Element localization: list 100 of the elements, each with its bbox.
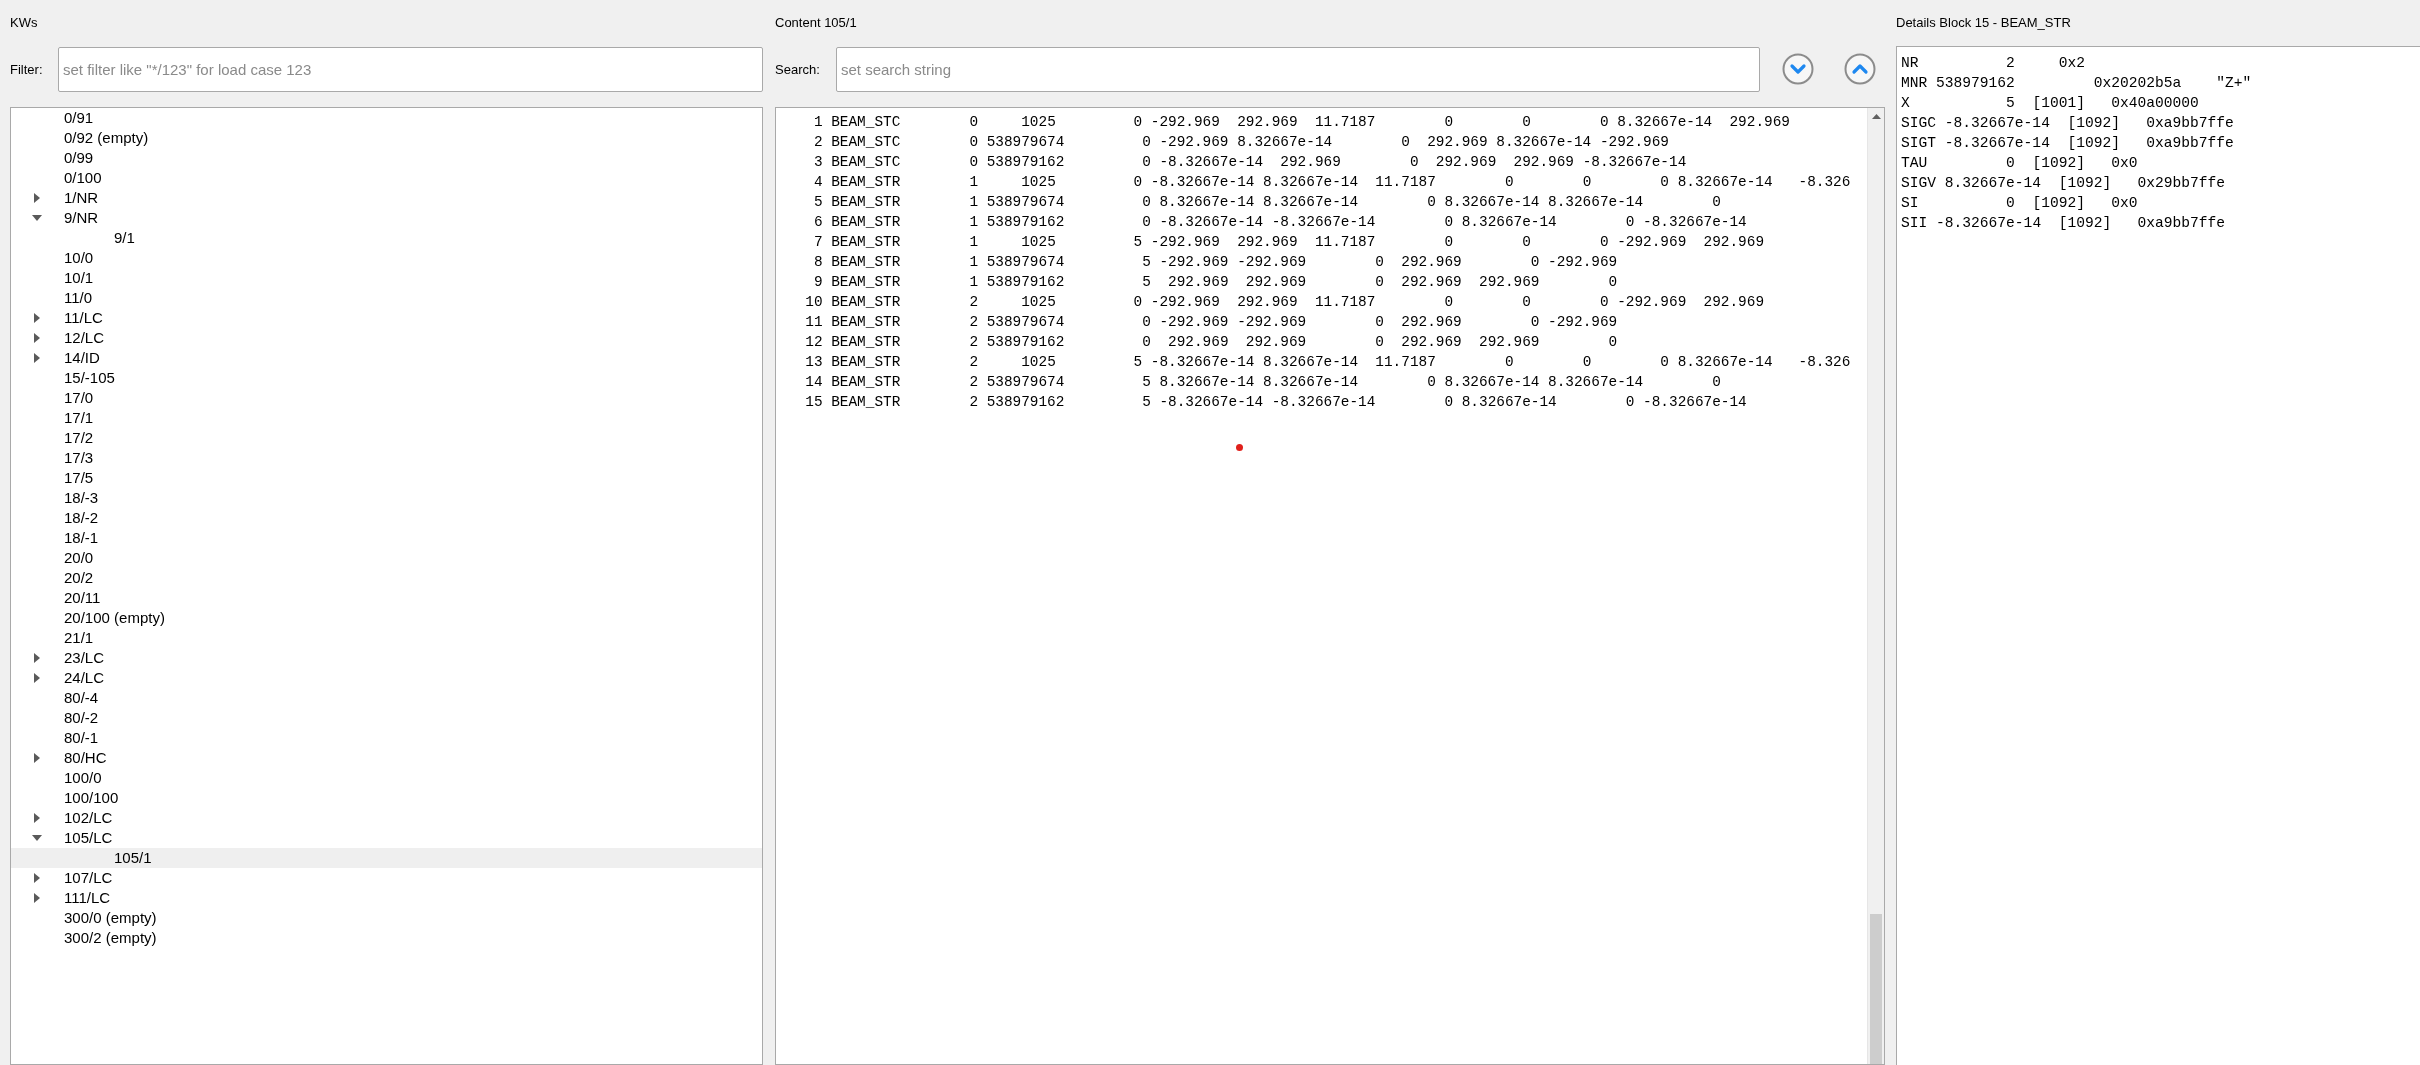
row-number: 13 bbox=[805, 354, 823, 370]
listing-cell: 8.32667e-14 bbox=[1159, 374, 1255, 390]
tree-item[interactable]: 24/LC bbox=[11, 668, 762, 688]
field-value: 5 bbox=[2006, 95, 2015, 111]
listing-cell: 1 bbox=[969, 194, 979, 210]
listing-cell: 0 bbox=[1142, 214, 1151, 230]
tree-item[interactable]: 105/LC bbox=[11, 828, 762, 848]
tree-item[interactable]: 23/LC bbox=[11, 648, 762, 668]
listing-cell: 0 bbox=[1427, 194, 1436, 210]
field-value: 8.32667e-14 bbox=[1944, 175, 2042, 191]
hex-value: 0x2 bbox=[2058, 55, 2085, 71]
listing-cell: 292.969 bbox=[1479, 334, 1540, 350]
tree-item[interactable]: 80/-2 bbox=[11, 708, 762, 728]
listing-cell: 2 bbox=[969, 354, 979, 370]
listing-cell: -292.969 bbox=[1548, 314, 1618, 330]
tree-item[interactable]: 15/-105 bbox=[11, 368, 762, 388]
hex-value: 0xa9bb7ffe bbox=[2137, 215, 2226, 231]
listing-cell: 5 bbox=[1133, 234, 1143, 250]
listing-cell: 0 bbox=[1522, 114, 1531, 130]
tree-item[interactable]: 1/NR bbox=[11, 188, 762, 208]
field-value: 0 bbox=[2006, 155, 2015, 171]
listing-cell: 292.969 bbox=[1280, 154, 1341, 170]
search-field[interactable]: set search string bbox=[836, 47, 1760, 92]
tree-item[interactable]: 100/0 bbox=[11, 768, 762, 788]
listing-cell: BEAM_STR bbox=[831, 234, 901, 250]
field-reference: [1092] bbox=[2067, 115, 2120, 131]
panel-title: KWs bbox=[10, 14, 38, 33]
tree-item[interactable]: 0/92 (empty) bbox=[11, 128, 762, 148]
listing-cell: 0 bbox=[969, 114, 979, 130]
listing-cell: 0 bbox=[1142, 334, 1151, 350]
listing-cell: -8.32667e-14 bbox=[1150, 354, 1255, 370]
listing-cell: BEAM_STR bbox=[831, 314, 901, 330]
tree-item[interactable]: 80/-1 bbox=[11, 728, 762, 748]
field-name: SIGC bbox=[1901, 115, 1937, 131]
tree-item[interactable]: 102/LC bbox=[11, 808, 762, 828]
listing-cell: 8.32667e-14 bbox=[1548, 374, 1644, 390]
tree-item[interactable]: 11/0 bbox=[11, 288, 762, 308]
listing-cell: 1 bbox=[969, 214, 979, 230]
tree-item[interactable]: 0/100 bbox=[11, 168, 762, 188]
tree-item[interactable]: 0/99 bbox=[11, 148, 762, 168]
listing-cell: 292.969 bbox=[1703, 294, 1764, 310]
listing-cell: BEAM_STR bbox=[831, 274, 901, 290]
tree-item[interactable]: 0/91 bbox=[11, 108, 762, 128]
listing-cell: 292.969 bbox=[1245, 274, 1307, 290]
tree-item[interactable]: 111/LC bbox=[11, 888, 762, 908]
tree-item[interactable]: 12/LC bbox=[11, 328, 762, 348]
listing-cell: 8.32667e-14 bbox=[1263, 374, 1359, 390]
listing-cell: 0 bbox=[1522, 234, 1531, 250]
tree-item[interactable]: 11/LC bbox=[11, 308, 762, 328]
tree-item[interactable]: 80/HC bbox=[11, 748, 762, 768]
listing-cell: -292.969 bbox=[1150, 234, 1220, 250]
listing-cell: BEAM_STR bbox=[831, 334, 901, 350]
tree-item[interactable]: 9/1 bbox=[11, 228, 762, 248]
tree-item[interactable]: 17/1 bbox=[11, 408, 762, 428]
listing-cell: 0 bbox=[1530, 314, 1540, 330]
tree-item[interactable]: 10/0 bbox=[11, 248, 762, 268]
listing-cell: 8.32667e-14 bbox=[1237, 134, 1333, 150]
tree-item[interactable]: 18/-3 bbox=[11, 488, 762, 508]
tree-item[interactable]: 105/1 bbox=[11, 848, 762, 868]
listing-cell: 8.32667e-14 bbox=[1444, 194, 1540, 210]
tree-item[interactable]: 17/2 bbox=[11, 428, 762, 448]
tree-item[interactable]: 80/-4 bbox=[11, 688, 762, 708]
field-name: SII bbox=[1901, 215, 1928, 231]
tree-item[interactable]: 18/-2 bbox=[11, 508, 762, 528]
tree-item[interactable]: 20/2 bbox=[11, 568, 762, 588]
listing-cell: 0 bbox=[1599, 294, 1609, 310]
field-reference: [1092] bbox=[2058, 215, 2112, 231]
listing-cell: 538979162 bbox=[986, 394, 1065, 410]
tree-item[interactable]: 9/NR bbox=[11, 208, 762, 228]
listing-cell: -8.326 bbox=[1798, 354, 1851, 370]
tree-item[interactable]: 18/-1 bbox=[11, 528, 762, 548]
tree-item[interactable]: 20/100 (empty) bbox=[11, 608, 762, 628]
listing-cell: 2 bbox=[969, 394, 979, 410]
field-value: 538979162 bbox=[1936, 75, 2015, 91]
tree-item[interactable]: 17/3 bbox=[11, 448, 762, 468]
listing-cell: 1025 bbox=[1021, 114, 1056, 130]
tree-item[interactable]: 17/5 bbox=[11, 468, 762, 488]
tree-item[interactable]: 14/ID bbox=[11, 348, 762, 368]
field-name: SIGT bbox=[1901, 135, 1937, 151]
tree-item[interactable]: 20/11 bbox=[11, 588, 762, 608]
tree-item[interactable]: 100/100 bbox=[11, 788, 762, 808]
tree-item[interactable]: 300/0 (empty) bbox=[11, 908, 762, 928]
tree-item[interactable]: 17/0 bbox=[11, 388, 762, 408]
filter-field[interactable]: set filter like "*/123" for load case 123 bbox=[58, 47, 763, 92]
listing-cell: 292.969 bbox=[1401, 274, 1462, 290]
tree-item[interactable]: 300/2 (empty) bbox=[11, 928, 762, 948]
tree-item[interactable]: 21/1 bbox=[11, 628, 762, 648]
listing-cell: 0 bbox=[1142, 314, 1151, 330]
tree-item[interactable]: 10/1 bbox=[11, 268, 762, 288]
row-number: 6 bbox=[813, 214, 823, 230]
hex-value: 0xa9bb7ffe bbox=[2146, 135, 2234, 151]
listing-cell: 5 bbox=[1142, 394, 1151, 410]
tree-item[interactable]: 107/LC bbox=[11, 868, 762, 888]
listing-cell: BEAM_STR bbox=[831, 394, 901, 410]
tree-item[interactable]: 20/0 bbox=[11, 548, 762, 568]
listing-cell: -8.32667e-14 bbox=[1150, 174, 1255, 190]
listing-cell: 8.32667e-14 bbox=[1461, 394, 1557, 410]
listing-cell: 2 bbox=[969, 294, 979, 310]
listing-cell: -292.969 bbox=[1599, 134, 1669, 150]
listing-cell: -292.969 bbox=[1159, 254, 1229, 270]
